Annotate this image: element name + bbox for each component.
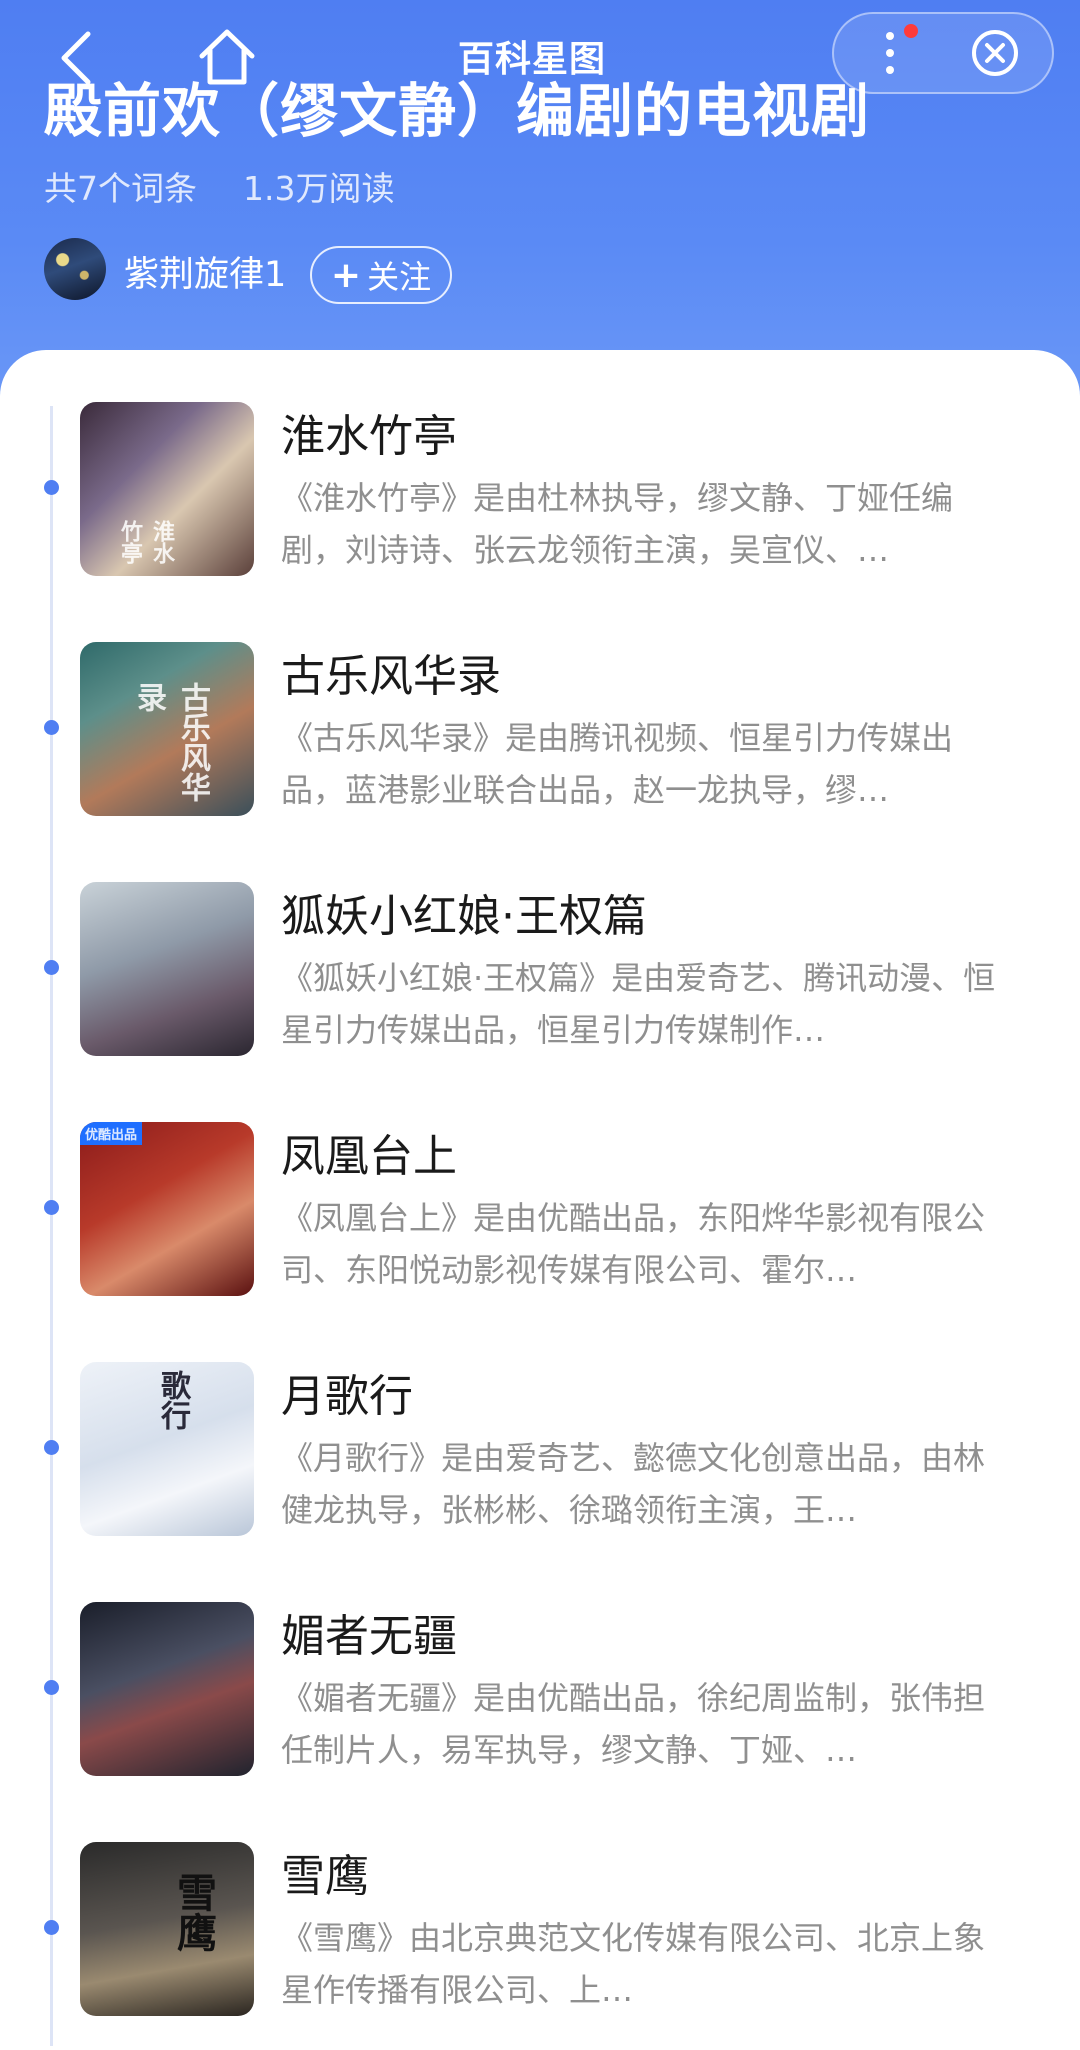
timeline-dot bbox=[44, 1200, 59, 1215]
poster-image: 淮水竹亭 bbox=[80, 402, 254, 576]
author-name[interactable]: 紫荆旋律1 bbox=[124, 246, 286, 297]
more-icon-dot bbox=[886, 66, 894, 74]
follow-label: 关注 bbox=[367, 258, 432, 296]
timeline-dot bbox=[44, 1440, 59, 1455]
poster-image: 古乐风华录 bbox=[80, 642, 254, 816]
poster-image: 雪鹰 bbox=[80, 1842, 254, 2016]
item-description: 《雪鹰》由北京典范文化传媒有限公司、北京上象星作传播有限公司、上… bbox=[281, 1919, 986, 2009]
more-icon-dot bbox=[886, 49, 894, 57]
list-item[interactable]: 雪鹰 雪鹰 《雪鹰》由北京典范文化传媒有限公司、北京上象星作传播有限公司、上… bbox=[0, 1840, 1080, 2020]
item-title: 雪鹰 bbox=[281, 1851, 369, 1902]
avatar[interactable] bbox=[44, 238, 106, 300]
item-title: 狐妖小红娘·王权篇 bbox=[281, 891, 647, 942]
close-button[interactable] bbox=[970, 28, 1020, 78]
poster-image: 歌行 bbox=[80, 1362, 254, 1536]
item-title: 媚者无疆 bbox=[281, 1611, 457, 1662]
poster-caption: 歌行 bbox=[155, 1370, 190, 1430]
list-item[interactable]: 媚者无疆 《媚者无疆》是由优酷出品，徐纪周监制，张伟担任制片人，易军执导，缪文静… bbox=[0, 1600, 1080, 1780]
item-description: 《狐妖小红娘·王权篇》是由爱奇艺、腾讯动漫、恒星引力传媒出品，恒星引力传媒制作… bbox=[281, 959, 996, 1049]
list-item[interactable]: 歌行 月歌行 《月歌行》是由爱奇艺、懿德文化创意出品，由林健龙执导，张彬彬、徐璐… bbox=[0, 1360, 1080, 1540]
item-description: 《淮水竹亭》是由杜林执导，缪文静、丁娅任编剧，刘诗诗、张云龙领衔主演，吴宣仪、… bbox=[281, 479, 954, 569]
item-title: 淮水竹亭 bbox=[281, 411, 457, 462]
stats-row: 共7个词条 1.3万阅读 bbox=[44, 162, 394, 210]
timeline-dot bbox=[44, 720, 59, 735]
follow-button[interactable]: + 关注 bbox=[310, 246, 452, 304]
list-item[interactable]: 狐妖小红娘·王权篇 《狐妖小红娘·王权篇》是由爱奇艺、腾讯动漫、恒星引力传媒出品… bbox=[0, 880, 1080, 1060]
timeline-dot bbox=[44, 960, 59, 975]
poster-badge: 优酷出品 bbox=[80, 1122, 143, 1145]
more-icon bbox=[886, 32, 894, 40]
timeline-dot bbox=[44, 1680, 59, 1695]
plus-icon: + bbox=[330, 254, 362, 296]
item-description: 《媚者无疆》是由优酷出品，徐纪周监制，张伟担任制片人，易军执导，缪文静、丁娅、… bbox=[281, 1679, 986, 1769]
item-description: 《古乐风华录》是由腾讯视频、恒星引力传媒出品，蓝港影业联合出品，赵一龙执导，缪… bbox=[281, 719, 954, 809]
item-title: 月歌行 bbox=[281, 1371, 413, 1422]
item-description: 《月歌行》是由爱奇艺、懿德文化创意出品，由林健龙执导，张彬彬、徐璐领衔主演，王… bbox=[281, 1439, 986, 1529]
list-item[interactable]: 优酷出品 凤凰台上 《凤凰台上》是由优酷出品，东阳烨华影视有限公司、东阳悦动影视… bbox=[0, 1120, 1080, 1300]
entry-count: 共7个词条 bbox=[44, 169, 197, 208]
timeline-dot bbox=[44, 480, 59, 495]
notification-badge bbox=[904, 24, 918, 38]
item-description: 《凤凰台上》是由优酷出品，东阳烨华影视有限公司、东阳悦动影视传媒有限公司、霍尔… bbox=[281, 1199, 986, 1289]
read-count: 1.3万阅读 bbox=[243, 169, 395, 208]
poster-image bbox=[80, 882, 254, 1056]
poster-image bbox=[80, 1602, 254, 1776]
page-title: 殿前欢（缪文静）编剧的电视剧 bbox=[44, 77, 871, 145]
poster-caption: 雪鹰 bbox=[170, 1872, 217, 1952]
poster-image: 优酷出品 bbox=[80, 1122, 254, 1296]
list-item[interactable]: 古乐风华录 古乐风华录 《古乐风华录》是由腾讯视频、恒星引力传媒出品，蓝港影业联… bbox=[0, 640, 1080, 820]
timeline-dot bbox=[44, 1920, 59, 1935]
item-title: 古乐风华录 bbox=[281, 651, 501, 702]
item-title: 凤凰台上 bbox=[281, 1131, 457, 1182]
list-item[interactable]: 淮水竹亭 淮水竹亭 《淮水竹亭》是由杜林执导，缪文静、丁娅任编剧，刘诗诗、张云龙… bbox=[0, 400, 1080, 580]
close-icon bbox=[972, 30, 1018, 76]
poster-caption: 古乐风华录 bbox=[131, 682, 210, 802]
poster-caption: 淮水竹亭 bbox=[117, 520, 175, 564]
